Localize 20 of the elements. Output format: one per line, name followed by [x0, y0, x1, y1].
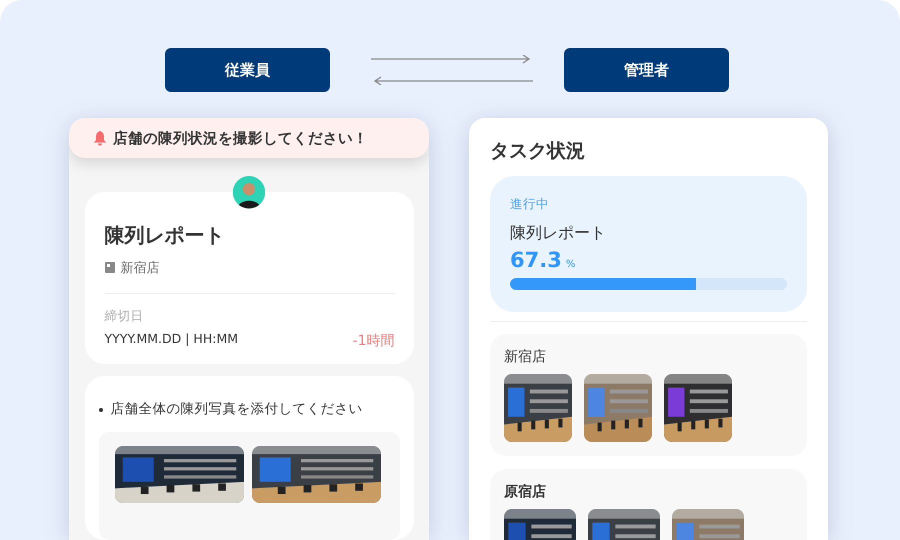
bullet-icon — [98, 408, 102, 412]
bell-icon — [93, 130, 107, 146]
status-text: 進行中 — [510, 196, 550, 213]
alert-text: 店舗の陳列状況を撮影してください！ — [113, 129, 368, 148]
role-button[interactable]: 従業員 — [165, 48, 330, 92]
percent-unit: % — [566, 259, 576, 270]
panel-title: タスク状況 — [490, 139, 586, 164]
remaining-time: -1時間 — [352, 332, 394, 350]
deadline-text: YYYY.MM.DD | HH:MM — [104, 330, 238, 346]
store-name: 原宿店 — [504, 483, 547, 501]
store-name: 新宿店 — [120, 260, 160, 277]
store-name: 新宿店 — [504, 348, 547, 366]
deadline-label: 締切日 — [104, 308, 144, 325]
instruction-text: 店舗全体の陳列写真を添付してください — [110, 400, 362, 418]
progress-value: 67.3 — [510, 248, 562, 272]
exchange-arrows-icon — [371, 55, 533, 85]
role-button[interactable]: 管理者 — [564, 48, 729, 92]
task-title: 陳列レポート — [104, 222, 226, 249]
task-title: 陳列レポート — [510, 223, 607, 244]
building-icon — [104, 262, 114, 274]
